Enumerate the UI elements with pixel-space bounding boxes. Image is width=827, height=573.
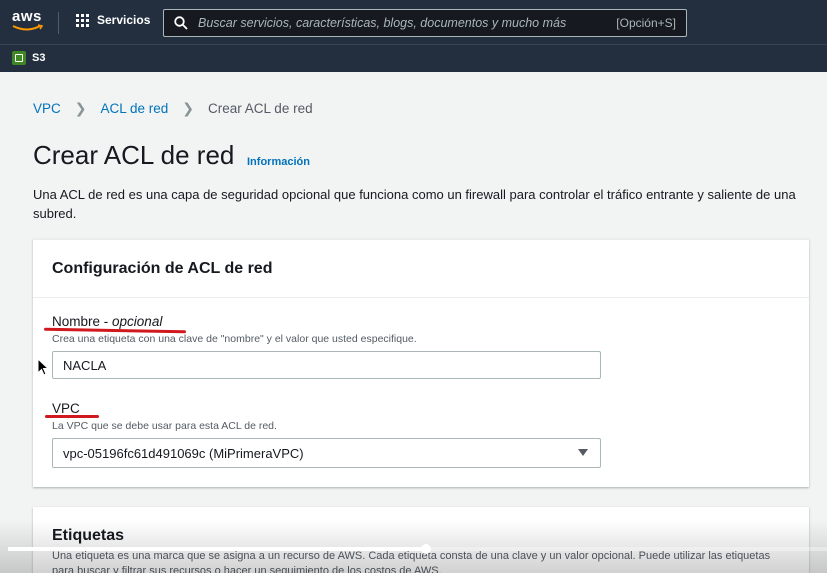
tags-panel-title: Etiquetas	[52, 527, 125, 544]
services-grid-icon	[76, 13, 89, 27]
aws-logo[interactable]: aws	[12, 8, 46, 36]
vpc-select[interactable]: vpc-05196fc61d491069c (MiPrimeraVPC)	[52, 438, 601, 468]
search-shortcut-hint: [Opción+S]	[616, 16, 676, 30]
services-menu-button[interactable]: Servicios	[76, 13, 150, 27]
caret-down-icon	[578, 449, 588, 456]
video-progress-bar[interactable]	[8, 544, 827, 554]
page-description: Una ACL de red es una capa de seguridad …	[33, 187, 796, 221]
chevron-right-icon: ❯	[182, 100, 195, 116]
breadcrumb-vpc[interactable]: VPC	[33, 101, 61, 116]
page-title: Crear ACL de red	[33, 140, 235, 170]
top-navigation-bar: aws Servicios Buscar servicios, caracter…	[0, 0, 827, 44]
s3-shortcut[interactable]: S3	[12, 51, 45, 65]
info-link[interactable]: Información	[247, 156, 310, 168]
aws-logo-text: aws	[12, 8, 42, 25]
s3-bucket-icon	[12, 51, 26, 65]
chevron-right-icon: ❯	[74, 100, 87, 116]
breadcrumb-acl[interactable]: ACL de red	[101, 101, 169, 116]
vpc-field-label: VPC	[52, 401, 80, 416]
panel-title: Configuración de ACL de red	[52, 260, 273, 277]
name-label-optional: opcional	[112, 314, 163, 329]
search-placeholder: Buscar servicios, características, blogs…	[198, 16, 567, 30]
vpc-field-description: La VPC que se debe usar para esta ACL de…	[52, 420, 277, 432]
favorites-bar: S3	[0, 44, 827, 72]
name-input-value: NACLA	[63, 357, 107, 373]
panel-header: Configuración de ACL de red	[33, 240, 809, 298]
name-label-text: Nombre -	[52, 314, 109, 329]
tags-panel: Etiquetas Una etiqueta es una marca que …	[33, 507, 809, 573]
name-input[interactable]: NACLA	[52, 351, 601, 379]
name-field-description: Crea una etiqueta con una clave de "nomb…	[52, 333, 417, 345]
video-scrubber-handle[interactable]	[420, 544, 431, 554]
aws-smile-icon	[12, 24, 44, 31]
vpc-select-value: vpc-05196fc61d491069c (MiPrimeraVPC)	[63, 445, 304, 461]
nav-divider	[58, 12, 59, 34]
s3-shortcut-label: S3	[32, 52, 46, 64]
acl-config-panel: Configuración de ACL de red Nombre - opc…	[33, 239, 809, 487]
name-field-label: Nombre - opcional	[52, 314, 162, 329]
red-underline-annotation	[45, 415, 99, 418]
video-progress-fill	[8, 547, 426, 551]
search-input[interactable]: Buscar servicios, características, blogs…	[163, 9, 687, 37]
search-icon	[174, 16, 188, 30]
breadcrumb: VPC ❯ ACL de red ❯ Crear ACL de red	[33, 100, 313, 117]
mouse-cursor-icon	[37, 358, 49, 376]
breadcrumb-current: Crear ACL de red	[208, 101, 313, 116]
services-label: Servicios	[97, 13, 151, 27]
